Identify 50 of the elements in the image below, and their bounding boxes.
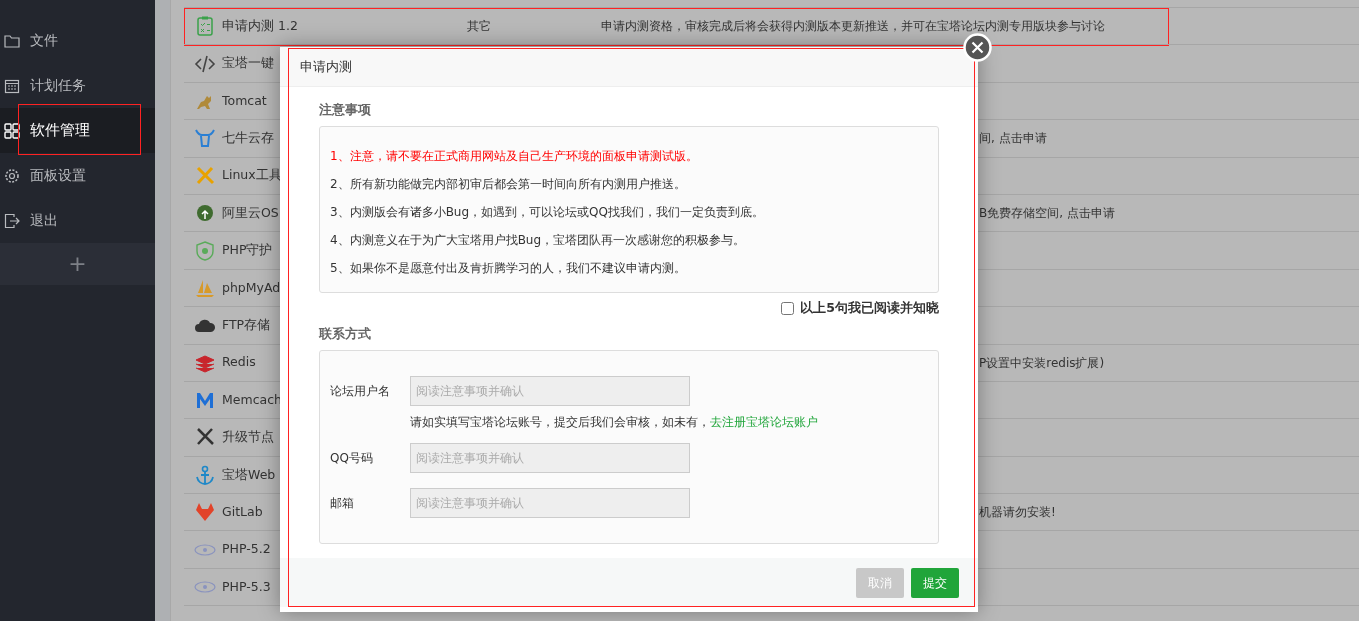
software-name: phpMyAd bbox=[222, 278, 281, 297]
software-description: B免费存储空间, 点击申请 bbox=[979, 206, 1115, 221]
calendar-icon bbox=[4, 77, 20, 94]
software-name: Linux工具 bbox=[222, 166, 282, 185]
software-name: Tomcat bbox=[222, 91, 267, 110]
software-name: 宝塔一键 bbox=[222, 54, 274, 73]
field-label: QQ号码 bbox=[330, 450, 374, 468]
sidebar-item[interactable]: 计划任务 bbox=[0, 63, 155, 108]
folder-icon bbox=[4, 32, 20, 49]
agree-checkbox[interactable] bbox=[781, 302, 795, 316]
notice-text: 1、注意，请不要在正式商用网站及自己生产环境的面板申请测试版。 bbox=[330, 147, 699, 165]
section-heading: 注意事项 bbox=[319, 101, 372, 119]
sidebar-item[interactable]: 文件 bbox=[0, 18, 155, 63]
software-name: Redis bbox=[222, 353, 256, 372]
software-description: P设置中安装redis扩展) bbox=[979, 355, 1105, 370]
tools-icon bbox=[194, 164, 216, 187]
section-heading: 联系方式 bbox=[319, 324, 372, 343]
software-name: FTP存储 bbox=[222, 315, 271, 334]
software-name: 申请内测 1.2 bbox=[222, 16, 298, 35]
agree-label: 以上5句我已阅读并知晓 bbox=[800, 299, 939, 318]
software-name: 七牛云存 bbox=[222, 129, 274, 147]
logout-icon bbox=[4, 212, 20, 229]
help-text: 请如实填写宝塔论坛账号，提交后我们会审核，如未有，去注册宝塔论坛账户 bbox=[410, 413, 818, 431]
notice-text: 4、内测意义在于为广大宝塔用户找Bug，宝塔团队再一次感谢您的积极参与。 bbox=[330, 231, 747, 249]
sidebar-item[interactable]: 退出 bbox=[0, 198, 155, 243]
grid-icon bbox=[4, 122, 20, 139]
field-label: 邮箱 bbox=[330, 495, 355, 513]
software-name: PHP-5.2 bbox=[222, 540, 271, 559]
anchor-icon bbox=[194, 463, 216, 486]
software-type: 其它 bbox=[467, 19, 491, 34]
bull-icon bbox=[194, 127, 216, 150]
settings-icon bbox=[4, 167, 20, 184]
notice-text: 3、内测版会有诸多小Bug，如遇到，可以论坛或QQ找我们，我们一定负责到底。 bbox=[330, 203, 765, 221]
software-description: 申请内测资格，审核完成后将会获得内测版本更新推送，并可在宝塔论坛内测专用版块参与讨论 bbox=[601, 19, 1105, 34]
software-name: 升级节点 bbox=[222, 428, 274, 447]
software-description: 机器请勿安装! bbox=[979, 505, 1056, 520]
software-name: PHP守护 bbox=[222, 241, 273, 260]
notice-text: 5、如果你不是愿意付出及肯折腾学习的人，我们不建议申请内测。 bbox=[330, 259, 687, 277]
notice-text: 2、所有新功能做完内部初审后都会第一时间向所有内测用户推送。 bbox=[330, 175, 687, 193]
software-name: GitLab bbox=[222, 502, 263, 521]
sidebar-item[interactable]: 面板设置 bbox=[0, 153, 155, 198]
software-name: PHP-5.3 bbox=[222, 577, 271, 596]
software-name: 阿里云OS bbox=[222, 203, 279, 222]
dialog-title: 申请内测 bbox=[280, 47, 978, 87]
software-name: Memcach bbox=[222, 390, 282, 409]
software-name: 宝塔Web bbox=[222, 465, 276, 484]
shield-icon bbox=[194, 239, 216, 262]
software-description: 间, 点击申请 bbox=[979, 131, 1047, 146]
clipboard-icon bbox=[194, 15, 216, 38]
field-label: 论坛用户名 bbox=[330, 382, 391, 400]
